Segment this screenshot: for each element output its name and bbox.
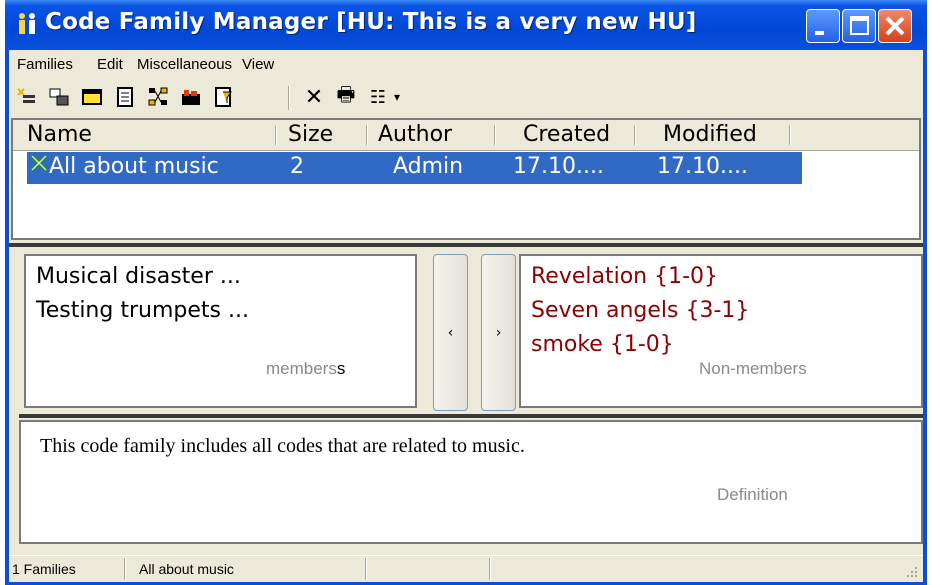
cell-author: Admin [393, 154, 464, 179]
duplicate-family-button[interactable] [46, 84, 72, 110]
families-list-header: Name Size Author Created Modified [13, 120, 919, 151]
remove-from-members-button[interactable]: › [481, 254, 516, 411]
menu-view[interactable]: View [242, 56, 274, 73]
members-caption-tail: s [336, 359, 346, 378]
document-icon [117, 87, 133, 107]
column-name[interactable]: Name [27, 122, 92, 147]
print-icon: 🖶 [336, 82, 356, 106]
right-arrow-icon: › [495, 324, 502, 341]
list-item[interactable]: Testing trumpets ... [36, 298, 249, 323]
column-size[interactable]: Size [288, 122, 333, 147]
definition-textbox[interactable]: This code family includes all codes that… [19, 420, 923, 544]
column-divider[interactable] [275, 125, 277, 145]
column-created[interactable]: Created [523, 122, 610, 147]
dropdown-arrow-icon: ▾ [393, 90, 401, 104]
close-button[interactable] [878, 9, 912, 43]
code-family-item-icon [30, 154, 48, 172]
title-bar[interactable]: Code Family Manager [HU: This is a very … [5, 0, 927, 50]
status-bar: 1 Families All about music [9, 555, 923, 582]
cell-modified: 17.10.... [657, 154, 748, 179]
view-options-dropdown[interactable]: ▾ [389, 84, 405, 110]
resize-grip-icon[interactable] [905, 565, 919, 579]
members-list[interactable]: Musical disaster ... Testing trumpets ..… [24, 254, 417, 408]
list-item[interactable]: Revelation {1-0} [531, 264, 718, 289]
window-button[interactable] [79, 84, 105, 110]
view-options-icon: ☷ [369, 86, 387, 108]
definition-caption: Definition [717, 485, 788, 504]
bottom-splitter[interactable] [19, 414, 923, 418]
families-list[interactable]: Name Size Author Created Modified All ab… [11, 118, 921, 240]
column-divider[interactable] [634, 125, 636, 145]
members-caption-main: members [266, 359, 337, 378]
top-splitter[interactable] [9, 243, 923, 247]
view-options-button[interactable]: ☷ [365, 84, 391, 110]
minimize-button[interactable] [806, 9, 840, 43]
window-title: Code Family Manager [HU: This is a very … [45, 9, 697, 35]
filter-icon [215, 87, 232, 107]
cell-created: 17.10.... [513, 154, 604, 179]
column-modified[interactable]: Modified [663, 122, 757, 147]
toolbar-separator [288, 86, 290, 110]
cell-size: 2 [290, 154, 304, 179]
list-item[interactable]: Seven angels {3-1} [531, 298, 749, 323]
status-selected-family: All about music [139, 561, 234, 577]
maximize-button[interactable] [842, 9, 876, 43]
network-icon [148, 87, 168, 106]
menu-edit[interactable]: Edit [97, 56, 123, 73]
new-family-button[interactable] [13, 84, 39, 110]
menu-miscellaneous[interactable]: Miscellaneous [137, 56, 232, 73]
column-divider[interactable] [789, 125, 791, 145]
window-icon [82, 89, 102, 105]
network-button[interactable] [145, 84, 171, 110]
code-family-manager-window: Code Family Manager [HU: This is a very … [5, 0, 927, 585]
members-caption: memberss [266, 359, 345, 379]
delete-icon: ✕ [304, 84, 324, 110]
status-divider [365, 558, 367, 580]
non-members-caption: Non-members [699, 359, 807, 378]
definition-text: This code family includes all codes that… [40, 435, 525, 457]
menu-families[interactable]: Families [17, 56, 73, 73]
list-item[interactable]: Musical disaster ... [36, 264, 241, 289]
left-arrow-icon: ‹ [447, 324, 454, 341]
column-divider[interactable] [494, 125, 496, 145]
close-icon [885, 16, 905, 36]
document-button[interactable] [112, 84, 138, 110]
status-divider [489, 558, 491, 580]
cell-name: All about music [49, 154, 219, 179]
codes-icon [182, 90, 200, 105]
menu-bar: Families Edit Miscellaneous View [9, 50, 923, 80]
status-divider [124, 558, 126, 580]
add-to-members-button[interactable]: ‹ [433, 254, 468, 411]
minimize-icon [815, 31, 824, 35]
print-button[interactable]: 🖶 [333, 82, 359, 110]
list-item[interactable]: smoke {1-0} [531, 332, 674, 357]
duplicate-icon [49, 88, 69, 106]
column-divider[interactable] [366, 125, 368, 145]
codes-button[interactable] [178, 84, 204, 110]
client-area: Families Edit Miscellaneous View ✕ 🖶 ☷ ▾… [9, 50, 923, 582]
code-family-app-icon [19, 13, 35, 34]
status-family-count: 1 Families [12, 561, 76, 577]
new-family-icon [17, 88, 35, 103]
toolbar: ✕ 🖶 ☷ ▾ [9, 80, 923, 116]
maximize-icon [850, 16, 869, 35]
filter-button[interactable] [211, 84, 237, 110]
column-author[interactable]: Author [378, 122, 452, 147]
non-members-list[interactable]: Revelation {1-0} Seven angels {3-1} smok… [519, 254, 923, 408]
delete-button[interactable]: ✕ [301, 84, 327, 110]
